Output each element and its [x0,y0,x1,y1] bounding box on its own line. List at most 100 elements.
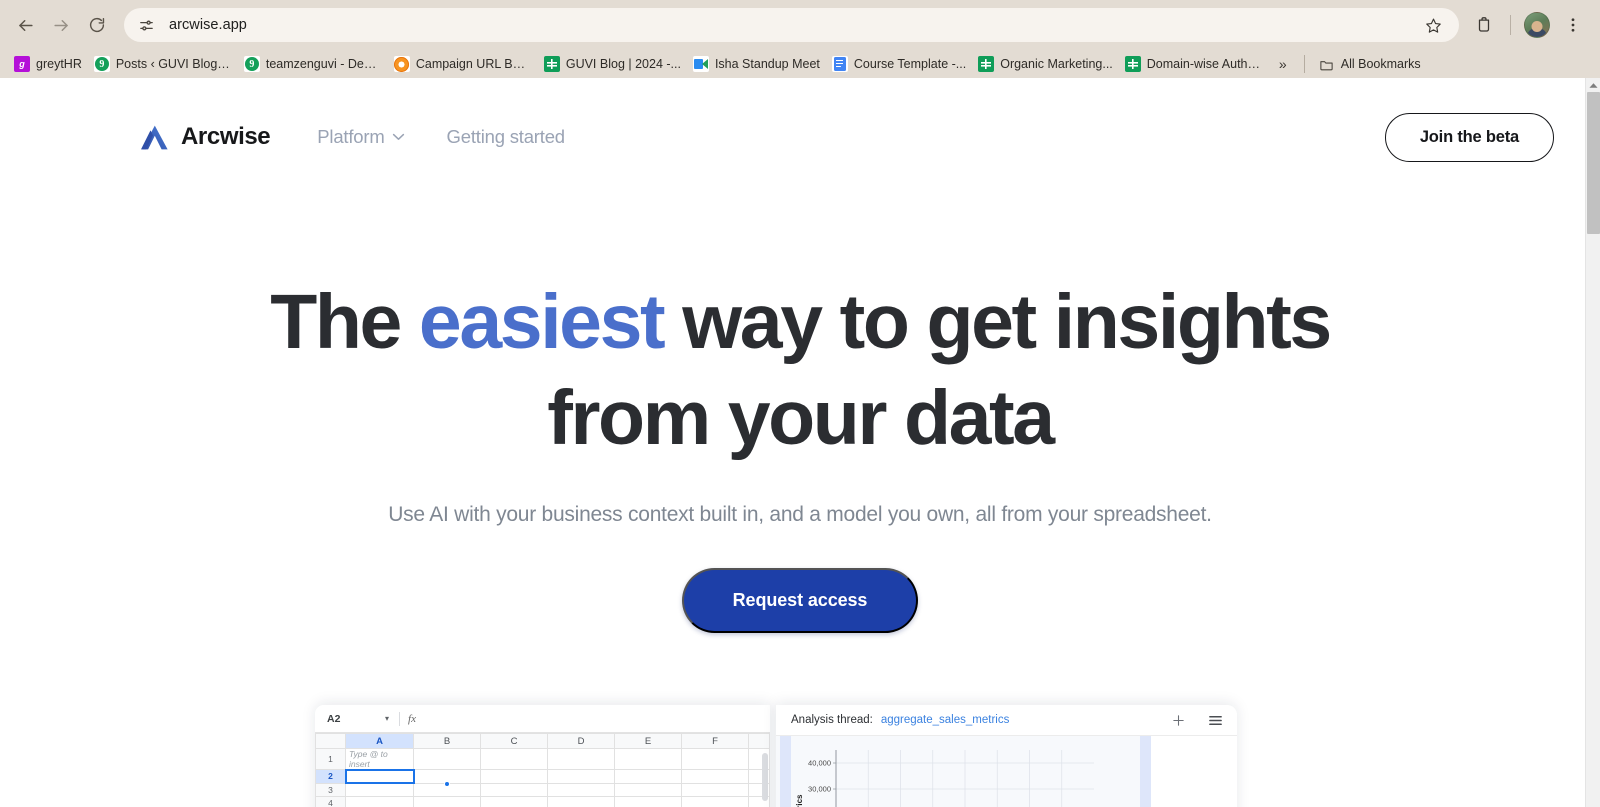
plus-icon [1173,714,1184,726]
profile-button[interactable] [1520,8,1554,42]
bookmark-label: Course Template -... [853,57,967,71]
forward-button[interactable] [44,8,78,42]
browser-toolbar: arcwise.app [0,0,1600,50]
bookmark-item[interactable]: Domain-wise Autho... [1120,53,1270,75]
all-bookmarks-button[interactable]: All Bookmarks [1313,54,1427,75]
back-arrow-icon [18,19,33,31]
analysis-thread-actions [1171,713,1223,728]
page-scrollbar[interactable] [1585,78,1600,807]
cell-e1[interactable] [614,748,682,770]
sheets-icon [978,56,995,72]
cell-a2-selected[interactable] [344,768,415,785]
cell-name-box[interactable]: A2 [323,713,385,725]
back-button[interactable] [8,8,42,42]
cell-f2[interactable] [681,769,749,784]
row-header-4[interactable]: 4 [315,796,346,807]
brand-logo-link[interactable]: Arcwise [140,123,271,151]
bookmark-item[interactable]: Isha Standup Meet [688,53,827,75]
bookmark-item[interactable]: Campaign URL Buil... [389,53,539,75]
cell-d2[interactable] [547,769,615,784]
extensions-button[interactable] [1467,8,1501,42]
selection-fill-handle[interactable] [444,781,450,787]
formula-bar: A2 ▾ fx [315,705,771,733]
browser-menu-button[interactable] [1556,8,1590,42]
analysis-pane-blank-area [1151,736,1237,807]
nav-item-getting-started[interactable]: Getting started [447,126,566,148]
bookmark-item[interactable]: GUVI Blog | 2024 -... [539,53,688,75]
cell-e3[interactable] [614,782,682,798]
reload-button[interactable] [80,8,114,42]
spreadsheet-grid[interactable]: A B C D E F 1 Type @ to insert 2 3 4 [315,733,771,807]
greythr-icon: g [14,56,30,72]
cell-a4[interactable] [345,796,414,807]
headline-part1: The [270,279,419,365]
cell-c2[interactable] [480,769,548,784]
cell-c1[interactable] [480,748,548,770]
table-row: 3 [315,782,771,798]
cell-f3[interactable] [681,782,749,798]
table-row: 4 [315,796,771,807]
url-text[interactable]: arcwise.app [160,17,1419,33]
page-viewport: Arcwise Platform Getting started Join th… [0,78,1600,807]
bookmark-label: greytHR [36,57,82,71]
arcwise-logo-icon [141,125,168,149]
column-header-f[interactable]: F [681,733,749,749]
bookmark-star-button[interactable] [1419,11,1447,39]
column-header-c[interactable]: C [480,733,548,749]
column-header-e[interactable]: E [614,733,682,749]
analytics-icon [393,56,410,72]
row-header-3[interactable]: 3 [315,782,346,798]
cell-d3[interactable] [547,782,615,798]
bookmark-label: Posts ‹ GUVI Blogs... [115,57,232,71]
bookmark-item[interactable]: 9 teamzenguvi - Desi... [239,53,389,75]
nav-item-platform[interactable]: Platform [317,126,404,148]
page-scrollbar-thumb[interactable] [1587,92,1600,234]
cell-d1[interactable] [547,748,615,770]
analysis-thread-name[interactable]: aggregate_sales_metrics [881,714,1010,726]
column-header-b[interactable]: B [413,733,481,749]
cell-d4[interactable] [547,796,615,807]
cell-f4[interactable] [681,796,749,807]
row-header-1[interactable]: 1 [315,748,346,770]
cell-b4[interactable] [413,796,481,807]
cell-f1[interactable] [681,748,749,770]
bookmark-label: GUVI Blog | 2024 -... [565,57,681,71]
svg-text:30,000: 30,000 [808,785,831,794]
namebox-caret-icon[interactable]: ▾ [385,714,389,723]
bookmark-label: Domain-wise Autho... [1146,57,1263,71]
cell-e4[interactable] [614,796,682,807]
scroll-up-button[interactable] [1586,78,1600,92]
bookmark-item[interactable]: Course Template -... [827,53,973,75]
cell-b1[interactable] [413,748,481,770]
join-beta-button[interactable]: Join the beta [1384,112,1554,162]
cell-a3[interactable] [345,782,414,798]
site-settings-button[interactable] [132,11,160,39]
cell-c4[interactable] [480,796,548,807]
formula-divider [399,711,401,726]
bookmarks-divider [1303,55,1305,73]
add-thread-button[interactable] [1171,713,1186,728]
request-access-button[interactable]: Request access [681,567,919,633]
sheets-icon [1124,56,1141,72]
column-header-extra[interactable] [747,733,771,749]
sheet-vertical-scrollbar[interactable] [762,753,769,801]
bookmark-item[interactable]: Organic Marketing... [973,53,1120,75]
row-header-2[interactable]: 2 [315,769,346,784]
hero-section: The easiest way to get insights from you… [0,174,1600,633]
grid-corner[interactable] [315,733,346,749]
column-header-row: A B C D E F [315,733,771,749]
bookmarks-overflow-button[interactable]: » [1270,52,1296,76]
thread-menu-button[interactable] [1208,714,1223,727]
bookmark-label: teamzenguvi - Desi... [265,57,382,71]
cell-e2[interactable] [614,769,682,784]
bookmark-item[interactable]: g greytHR [9,53,89,75]
column-header-a[interactable]: A [345,733,414,749]
bookmark-item[interactable]: 9 Posts ‹ GUVI Blogs... [89,53,239,75]
column-header-d[interactable]: D [547,733,615,749]
cell-a1[interactable]: Type @ to insert [345,748,414,770]
function-icon[interactable]: fx [408,713,416,725]
address-bar[interactable]: arcwise.app [124,8,1459,42]
bookmark-label: Campaign URL Buil... [415,57,532,71]
star-icon [1425,18,1441,33]
cell-c3[interactable] [480,782,548,798]
